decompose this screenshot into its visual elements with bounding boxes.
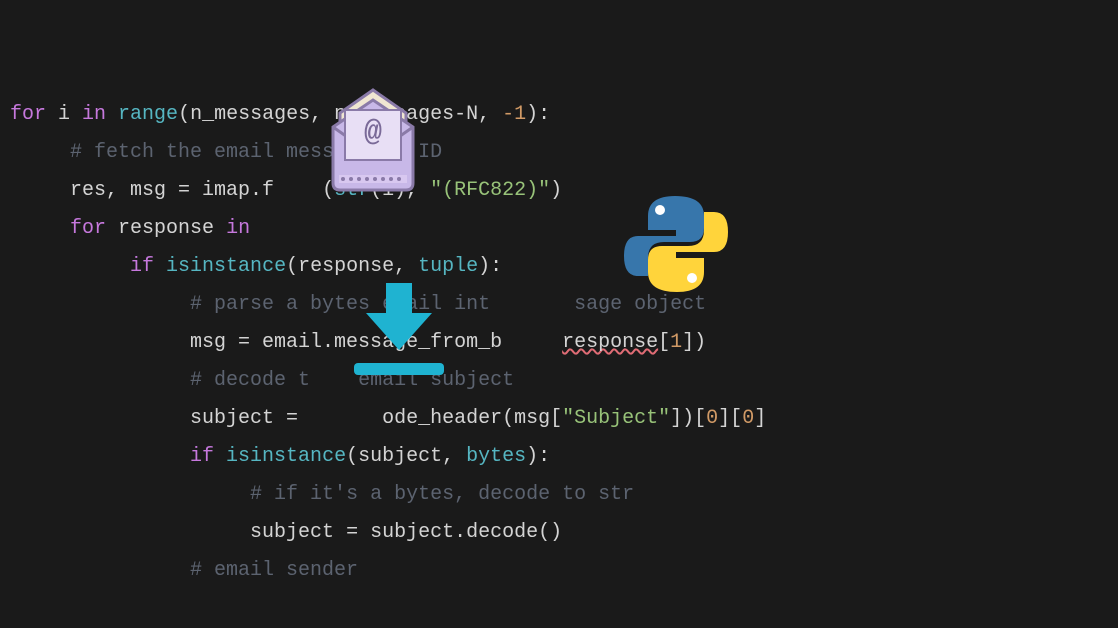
code-token: # decode t <box>190 369 310 392</box>
code-token: 0 <box>742 407 754 430</box>
code-token <box>310 407 382 430</box>
code-line: # parse a bytes email int sage object <box>10 286 1108 324</box>
code-token: response <box>118 217 226 240</box>
code-token: subject = <box>190 407 310 430</box>
code-line: if isinstance(subject, bytes): <box>10 438 1108 476</box>
code-line: for response in <box>10 210 1108 248</box>
email-at-icon: @ <box>325 85 421 195</box>
code-token: ]) <box>682 331 706 354</box>
code-line: res, msg = imap.f (str(i), "(RFC822)") <box>10 172 1108 210</box>
code-token: [ <box>658 331 670 354</box>
code-line: # fetch the email message by ID <box>10 134 1108 172</box>
code-editor-content[interactable]: for i in range(n_messages, n_messages-N,… <box>10 20 1108 628</box>
code-line: subject = ode_header(msg["Subject"])[0][… <box>10 400 1108 438</box>
code-token: bytes <box>466 445 526 468</box>
code-token <box>502 331 562 354</box>
code-token: # if it's a bytes, decode to str <box>250 483 634 506</box>
code-token: "Subject" <box>562 407 670 430</box>
code-token: 0 <box>706 407 718 430</box>
code-token: (subject, <box>346 445 466 468</box>
code-line: # if it's a bytes, decode to str <box>10 476 1108 514</box>
code-line: if isinstance(response, tuple): <box>10 248 1108 286</box>
code-token: in <box>226 217 250 240</box>
code-token: for <box>70 217 118 240</box>
code-token: ode_header(msg[ <box>382 407 562 430</box>
download-arrow-icon <box>348 275 450 380</box>
code-token: isinstance <box>226 445 346 468</box>
code-token: ): <box>526 445 550 468</box>
code-token: -1 <box>502 103 526 126</box>
code-token: res, msg = imap.f <box>70 179 274 202</box>
code-token <box>274 179 322 202</box>
code-token: ): <box>526 103 550 126</box>
code-token: response <box>562 331 658 354</box>
code-token: ])[ <box>670 407 706 430</box>
code-token: # email sender <box>190 559 358 582</box>
code-token: ] <box>754 407 766 430</box>
code-line: # email sender <box>10 552 1108 590</box>
code-token: isinstance <box>166 255 286 278</box>
code-token: if <box>190 445 226 468</box>
code-token: ][ <box>718 407 742 430</box>
code-token: ): <box>478 255 502 278</box>
code-token: i <box>58 103 82 126</box>
python-logo-icon <box>620 188 732 300</box>
code-token: range <box>118 103 178 126</box>
code-token: ) <box>550 179 562 202</box>
code-line: # decode t email subject <box>10 362 1108 400</box>
code-token: in <box>82 103 118 126</box>
code-line: msg = email.message_from_b response[1]) <box>10 324 1108 362</box>
code-token: for <box>10 103 58 126</box>
code-token: msg = email.message_from_b <box>190 331 502 354</box>
code-token: subject = subject.decode() <box>250 521 562 544</box>
code-token <box>490 293 574 316</box>
code-token: 1 <box>670 331 682 354</box>
svg-text:@: @ <box>364 116 382 150</box>
code-line: for i in range(n_messages, n_messages-N,… <box>10 96 1108 134</box>
code-token: "(RFC822)" <box>430 179 550 202</box>
code-token: if <box>130 255 166 278</box>
code-line: subject = subject.decode() <box>10 514 1108 552</box>
